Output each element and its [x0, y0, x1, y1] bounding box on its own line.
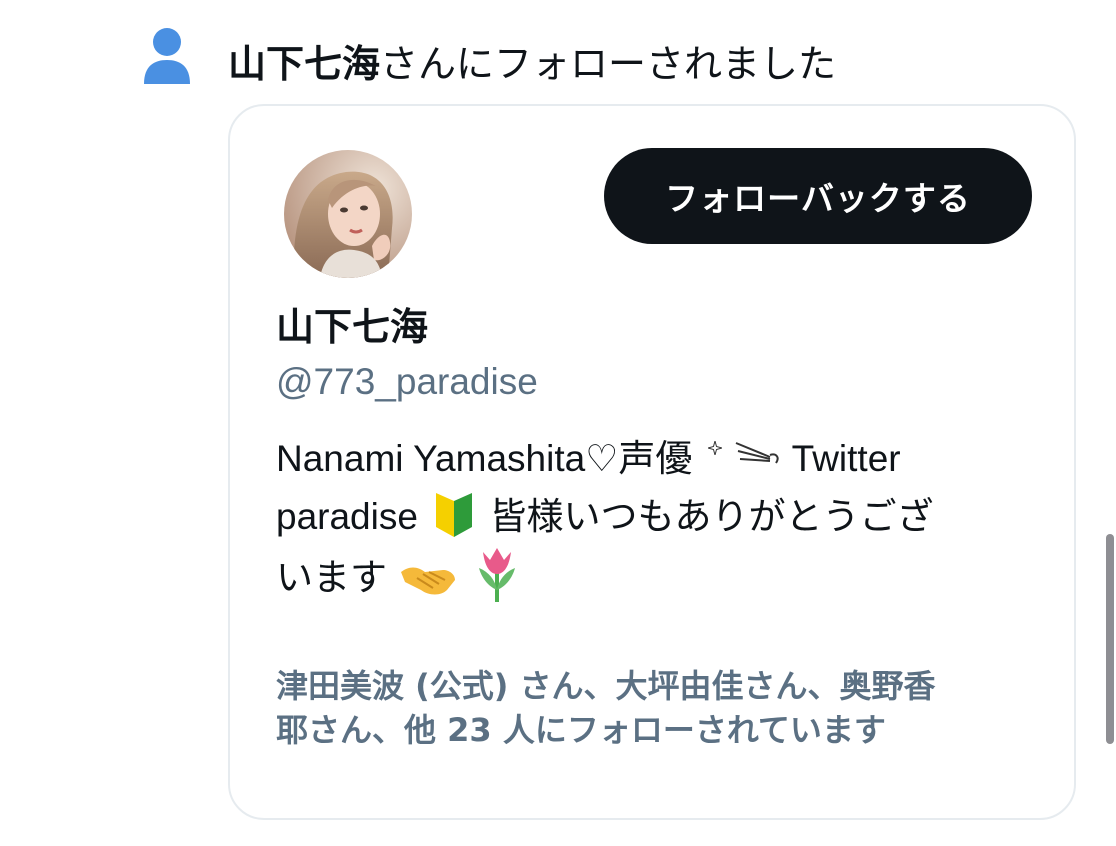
action-text: さんにフォローされました	[380, 42, 837, 86]
scrollbar[interactable]	[1106, 534, 1114, 744]
avatar[interactable]	[284, 150, 412, 278]
display-name[interactable]: 山下七海	[276, 302, 428, 352]
bio-text-2a: paradise	[276, 496, 418, 537]
followed-by-line-2: 耶さん、他 23 人にフォローされています	[276, 711, 886, 749]
follow-back-button[interactable]: フォローバックする	[604, 148, 1032, 244]
bio-text-1b: Twitter	[791, 438, 901, 479]
person-icon	[144, 28, 190, 84]
bio-line-1: Nanami Yamashita♡声優 Twitter	[276, 430, 1036, 488]
followed-by-line-1: 津田美波 (公式) さん、大坪由佳さん、奥野香	[276, 667, 936, 705]
actor-name[interactable]: 山下七海	[228, 42, 380, 86]
followed-by-text[interactable]: 津田美波 (公式) さん、大坪由佳さん、奥野香 耶さん、他 23 人にフォローさ…	[276, 664, 1036, 752]
bio-text-2b: 皆様いつもありがとうござ	[489, 495, 934, 538]
tulip-icon	[478, 548, 515, 602]
beginner-mark-icon	[435, 493, 472, 537]
user-card[interactable]: フォローバックする 山下七海 @773_paradise Nanami Yama…	[228, 104, 1076, 820]
bio-line-3: います	[276, 546, 1036, 607]
bio-text-1a: Nanami Yamashita♡声優	[276, 438, 693, 479]
sparkle-icon	[706, 439, 725, 457]
bio: Nanami Yamashita♡声優 Twitter paradise 皆様い…	[276, 430, 1036, 607]
handshake-icon	[400, 567, 455, 595]
bio-text-3: います	[276, 556, 387, 599]
bio-line-2: paradise 皆様いつもありがとうござ	[276, 488, 1036, 546]
notification-text: 山下七海さんにフォローされました	[228, 38, 836, 90]
user-handle[interactable]: @773_paradise	[276, 358, 538, 406]
shooting-star-icon	[735, 442, 779, 464]
